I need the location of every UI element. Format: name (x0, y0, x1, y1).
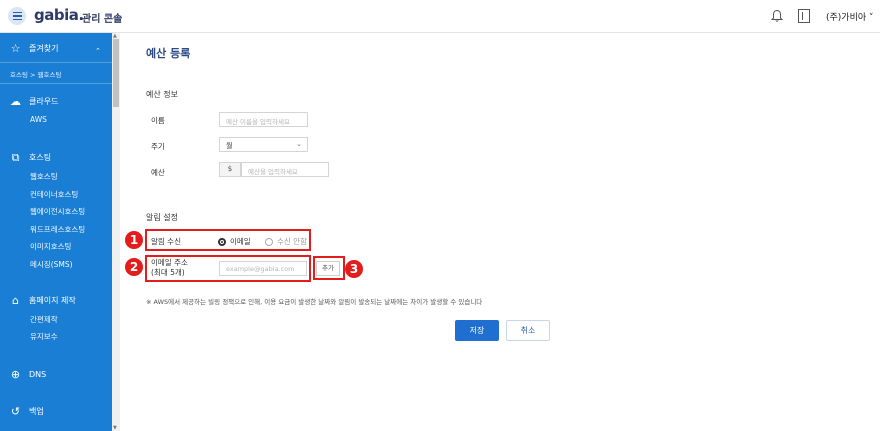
sidebar-item-easy-build[interactable]: 간편제작 (30, 314, 58, 325)
email-label-line-1: 이메일 주소 (151, 258, 188, 267)
scrollbar-thumb[interactable] (113, 39, 119, 107)
copy-icon: ⧉ (11, 151, 20, 164)
sidebar-item-label: 홈페이지 제작 (29, 296, 76, 305)
star-icon: ☆ (10, 42, 21, 55)
globe-icon: ⊕ (10, 368, 21, 381)
cancel-button[interactable]: 취소 (506, 320, 550, 341)
alert-receive-label: 알림 수신 (151, 237, 181, 246)
menu-icon[interactable] (8, 7, 26, 25)
scroll-down-icon[interactable]: ▼ (113, 425, 117, 431)
save-button[interactable]: 저장 (455, 320, 499, 341)
chevron-down-icon: ⌄ (296, 140, 302, 148)
section-title-alert: 알림 설정 (146, 213, 178, 222)
sidebar-item-label: 클라우드 (29, 97, 59, 106)
gabia-logo[interactable]: gabia. (34, 6, 84, 24)
sidebar-item-sms[interactable]: 메시징(SMS) (30, 259, 73, 270)
sidebar-item-favorites[interactable]: ☆ 즐겨찾기 (10, 42, 59, 55)
section-title-budget: 예산 정보 (146, 90, 178, 99)
sidebar-item-aws[interactable]: AWS (30, 115, 47, 124)
sidebar-item-backup[interactable]: ↺ 백업 (10, 406, 44, 417)
document-icon[interactable] (798, 9, 810, 23)
user-menu[interactable]: (주)가비아 ˅ (826, 10, 874, 23)
bell-icon[interactable] (770, 9, 784, 23)
sidebar-item-label: DNS (29, 370, 47, 379)
period-select-value: 월 (226, 142, 233, 150)
email-input[interactable]: example@gabia.com (219, 261, 307, 276)
sidebar-item-dns[interactable]: ⊕ DNS (10, 369, 46, 380)
radio-email[interactable]: 이메일 (218, 236, 251, 247)
step-badge-3: 3 (345, 260, 363, 278)
budget-name-input[interactable]: 예산 이름을 입력하세요 (219, 112, 308, 127)
sidebar-item-image-hosting[interactable]: 이미지호스팅 (30, 241, 71, 252)
add-email-button[interactable]: 추가 (316, 261, 340, 276)
sidebar-item-web-hosting[interactable]: 웹호스팅 (30, 171, 58, 182)
sidebar-item-label: 즐겨찾기 (29, 44, 59, 53)
cloud-icon: ☁ (10, 95, 21, 108)
radio-none-label: 수신 안함 (277, 237, 307, 246)
period-select[interactable]: 월 ⌄ (219, 137, 308, 152)
sidebar-item-agency-hosting[interactable]: 웹에이전시호스팅 (30, 206, 85, 217)
top-bar: gabia. 관리 콘솔 (주)가비아 ˅ (0, 0, 880, 33)
billing-notice: ※ AWS에서 제공하는 빌링 정책으로 인해, 이용 요금이 발생한 날짜와 … (146, 298, 483, 306)
sidebar-item-homepage[interactable]: ⌂ 홈페이지 제작 (10, 295, 76, 306)
breadcrumb[interactable]: 호스팅 > 웹호스팅 (10, 69, 61, 79)
console-label: 관리 콘솔 (82, 14, 123, 25)
radio-email-label: 이메일 (230, 237, 251, 246)
radio-none[interactable]: 수신 안함 (265, 236, 307, 247)
radio-selected-icon (218, 237, 226, 246)
budget-amount-input[interactable]: 예산을 입력하세요 (241, 162, 329, 177)
sidebar: ☆ 즐겨찾기 ⌃ 호스팅 > 웹호스팅 ☁ 클라우드 AWS ⧉ 호스팅 웹호스… (0, 33, 112, 431)
history-icon: ↺ (10, 405, 21, 418)
page-title: 예산 등록 (146, 47, 191, 60)
home-icon: ⌂ (12, 294, 19, 307)
sidebar-item-cloud[interactable]: ☁ 클라우드 (10, 96, 58, 107)
email-label-line-2: (최대 5개) (151, 268, 185, 277)
sidebar-item-label: 호스팅 (29, 153, 52, 162)
name-label: 이름 (151, 116, 165, 125)
sidebar-scrollbar[interactable]: ▲ ▼ (112, 33, 120, 431)
sidebar-item-maintenance[interactable]: 유지보수 (30, 331, 58, 342)
divider (0, 83, 112, 84)
period-label: 주기 (151, 142, 165, 151)
sidebar-item-container-hosting[interactable]: 컨테이너호스팅 (30, 189, 78, 200)
sidebar-item-wordpress-hosting[interactable]: 워드프레스호스팅 (30, 224, 85, 235)
email-label: 이메일 주소 (최대 5개) (151, 258, 188, 278)
currency-prefix: $ (219, 162, 241, 177)
sidebar-item-label: 백업 (29, 407, 44, 416)
radio-unselected-icon (265, 237, 273, 246)
step-badge-2: 2 (125, 258, 143, 276)
budget-label: 예산 (151, 168, 165, 177)
step-badge-1: 1 (125, 231, 143, 249)
chevron-up-icon[interactable]: ⌃ (95, 47, 101, 55)
divider (0, 62, 112, 63)
sidebar-item-hosting[interactable]: ⧉ 호스팅 (10, 151, 52, 164)
